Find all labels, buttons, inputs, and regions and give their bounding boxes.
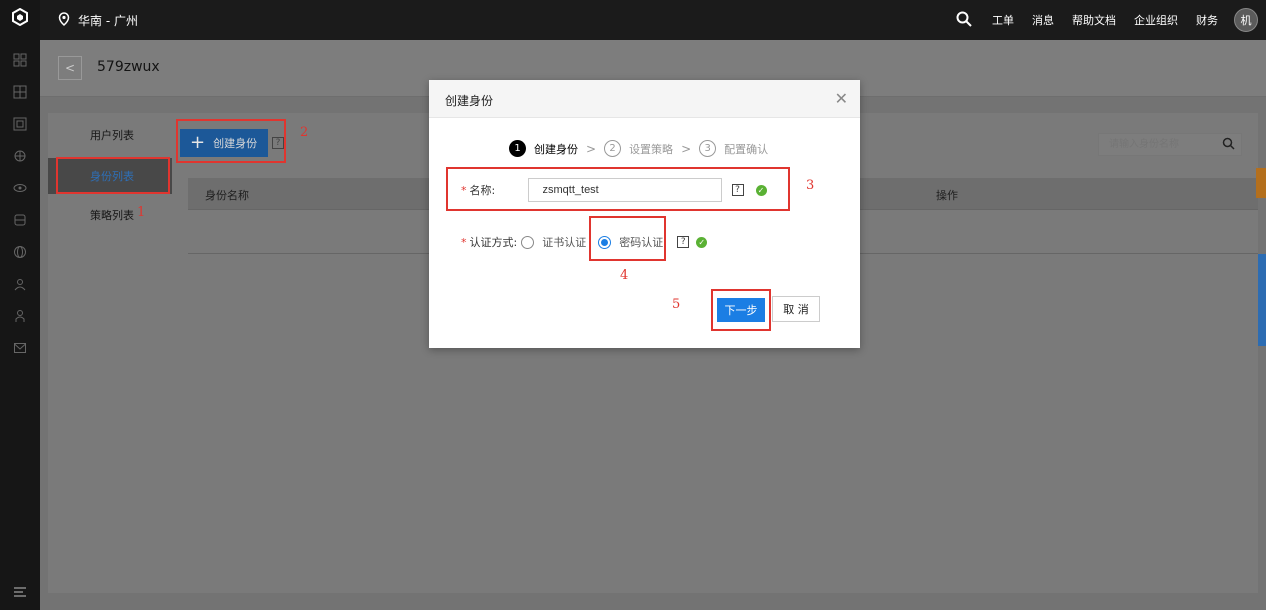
nav-messages[interactable]: 消息 — [1032, 12, 1054, 28]
grid-icon[interactable] — [0, 44, 40, 76]
sidebar-item-user-list[interactable]: 用户列表 — [48, 117, 172, 153]
annotation-number-5: 5 — [672, 297, 681, 312]
annotation-box-4 — [589, 216, 666, 261]
cancel-button[interactable]: 取 消 — [772, 296, 820, 322]
module-icon[interactable] — [0, 76, 40, 108]
nav-finance[interactable]: 财务 — [1196, 12, 1218, 28]
annotation-box-2 — [176, 119, 286, 163]
annotation-box-5 — [711, 289, 771, 331]
search-icon[interactable] — [956, 11, 972, 30]
side-scroll-indicator[interactable] — [1258, 254, 1266, 346]
side-feedback-tab[interactable] — [1256, 168, 1266, 198]
database-icon[interactable] — [0, 204, 40, 236]
topbar-actions: 工单 消息 帮助文档 企业组织 财务 机 — [956, 6, 1258, 34]
annotation-number-2: 2 — [300, 125, 309, 140]
person-icon[interactable] — [0, 300, 40, 332]
step-1-label: 创建身份 — [534, 142, 578, 156]
search-input[interactable] — [1099, 134, 1211, 155]
region-selector[interactable]: 华南 - 广州 — [58, 12, 138, 29]
annotation-number-3: 3 — [806, 178, 815, 193]
top-bar: 华南 - 广州 工单 消息 帮助文档 企业组织 财务 机 — [40, 0, 1266, 40]
column-actions: 操作 — [936, 189, 958, 202]
annotation-box-1 — [56, 157, 170, 194]
help-icon[interactable]: ? — [677, 236, 690, 248]
step-3-label: 配置确认 — [724, 142, 769, 156]
back-button[interactable]: < — [58, 56, 82, 80]
radio-cert-auth[interactable] — [521, 235, 535, 249]
step-3-number: 3 — [699, 140, 717, 157]
check-icon: ✓ — [696, 236, 708, 248]
dialog-title: 创建身份 — [445, 94, 494, 108]
apps-icon[interactable] — [0, 108, 40, 140]
logo-icon[interactable] — [0, 0, 40, 34]
identity-search — [1098, 133, 1242, 156]
annotation-number-4: 4 — [620, 268, 629, 283]
nav-help-docs[interactable]: 帮助文档 — [1072, 12, 1116, 28]
avatar[interactable]: 机 — [1234, 8, 1258, 32]
chevron-right-icon: > — [681, 141, 692, 156]
eye-icon[interactable] — [0, 172, 40, 204]
annotation-box-3 — [446, 167, 790, 211]
location-pin-icon — [58, 12, 70, 29]
chevron-right-icon: > — [586, 141, 597, 156]
network-icon[interactable] — [0, 140, 40, 172]
column-identity-name: 身份名称 — [205, 189, 249, 202]
region-label: 华南 - 广州 — [78, 14, 138, 28]
step-2-number: 2 — [604, 140, 622, 157]
chevron-left-icon: < — [64, 61, 76, 75]
step-1-number: 1 — [509, 140, 526, 157]
create-identity-dialog: 创建身份 ✕ 1 创建身份 > 2 设置策略 > 3 配置确认 * 名称: ? … — [429, 80, 860, 348]
users-icon[interactable] — [0, 268, 40, 300]
mail-icon[interactable] — [0, 332, 40, 364]
search-icon[interactable] — [1222, 137, 1235, 153]
auth-method-label: 认证方式: — [469, 236, 518, 249]
step-2-label: 设置策略 — [629, 142, 674, 156]
nav-ticket[interactable]: 工单 — [992, 12, 1014, 28]
globe-icon[interactable] — [0, 236, 40, 268]
annotation-number-1: 1 — [137, 205, 146, 220]
cert-auth-label[interactable]: 证书认证 — [542, 234, 586, 250]
sidebar-item-policy-list[interactable]: 策略列表 — [48, 197, 172, 233]
close-icon[interactable]: ✕ — [835, 89, 848, 108]
menu-icon[interactable] — [0, 580, 40, 604]
dialog-header: 创建身份 ✕ — [429, 80, 860, 118]
nav-enterprise[interactable]: 企业组织 — [1134, 12, 1178, 28]
page-title: 579zwux — [97, 59, 160, 75]
step-indicator: 1 创建身份 > 2 设置策略 > 3 配置确认 — [509, 140, 768, 157]
auth-method-row: * 认证方式: 证书认证 密码认证 ? ✓ — [461, 234, 708, 250]
left-nav-rail — [0, 0, 40, 610]
required-marker: * — [461, 235, 467, 249]
